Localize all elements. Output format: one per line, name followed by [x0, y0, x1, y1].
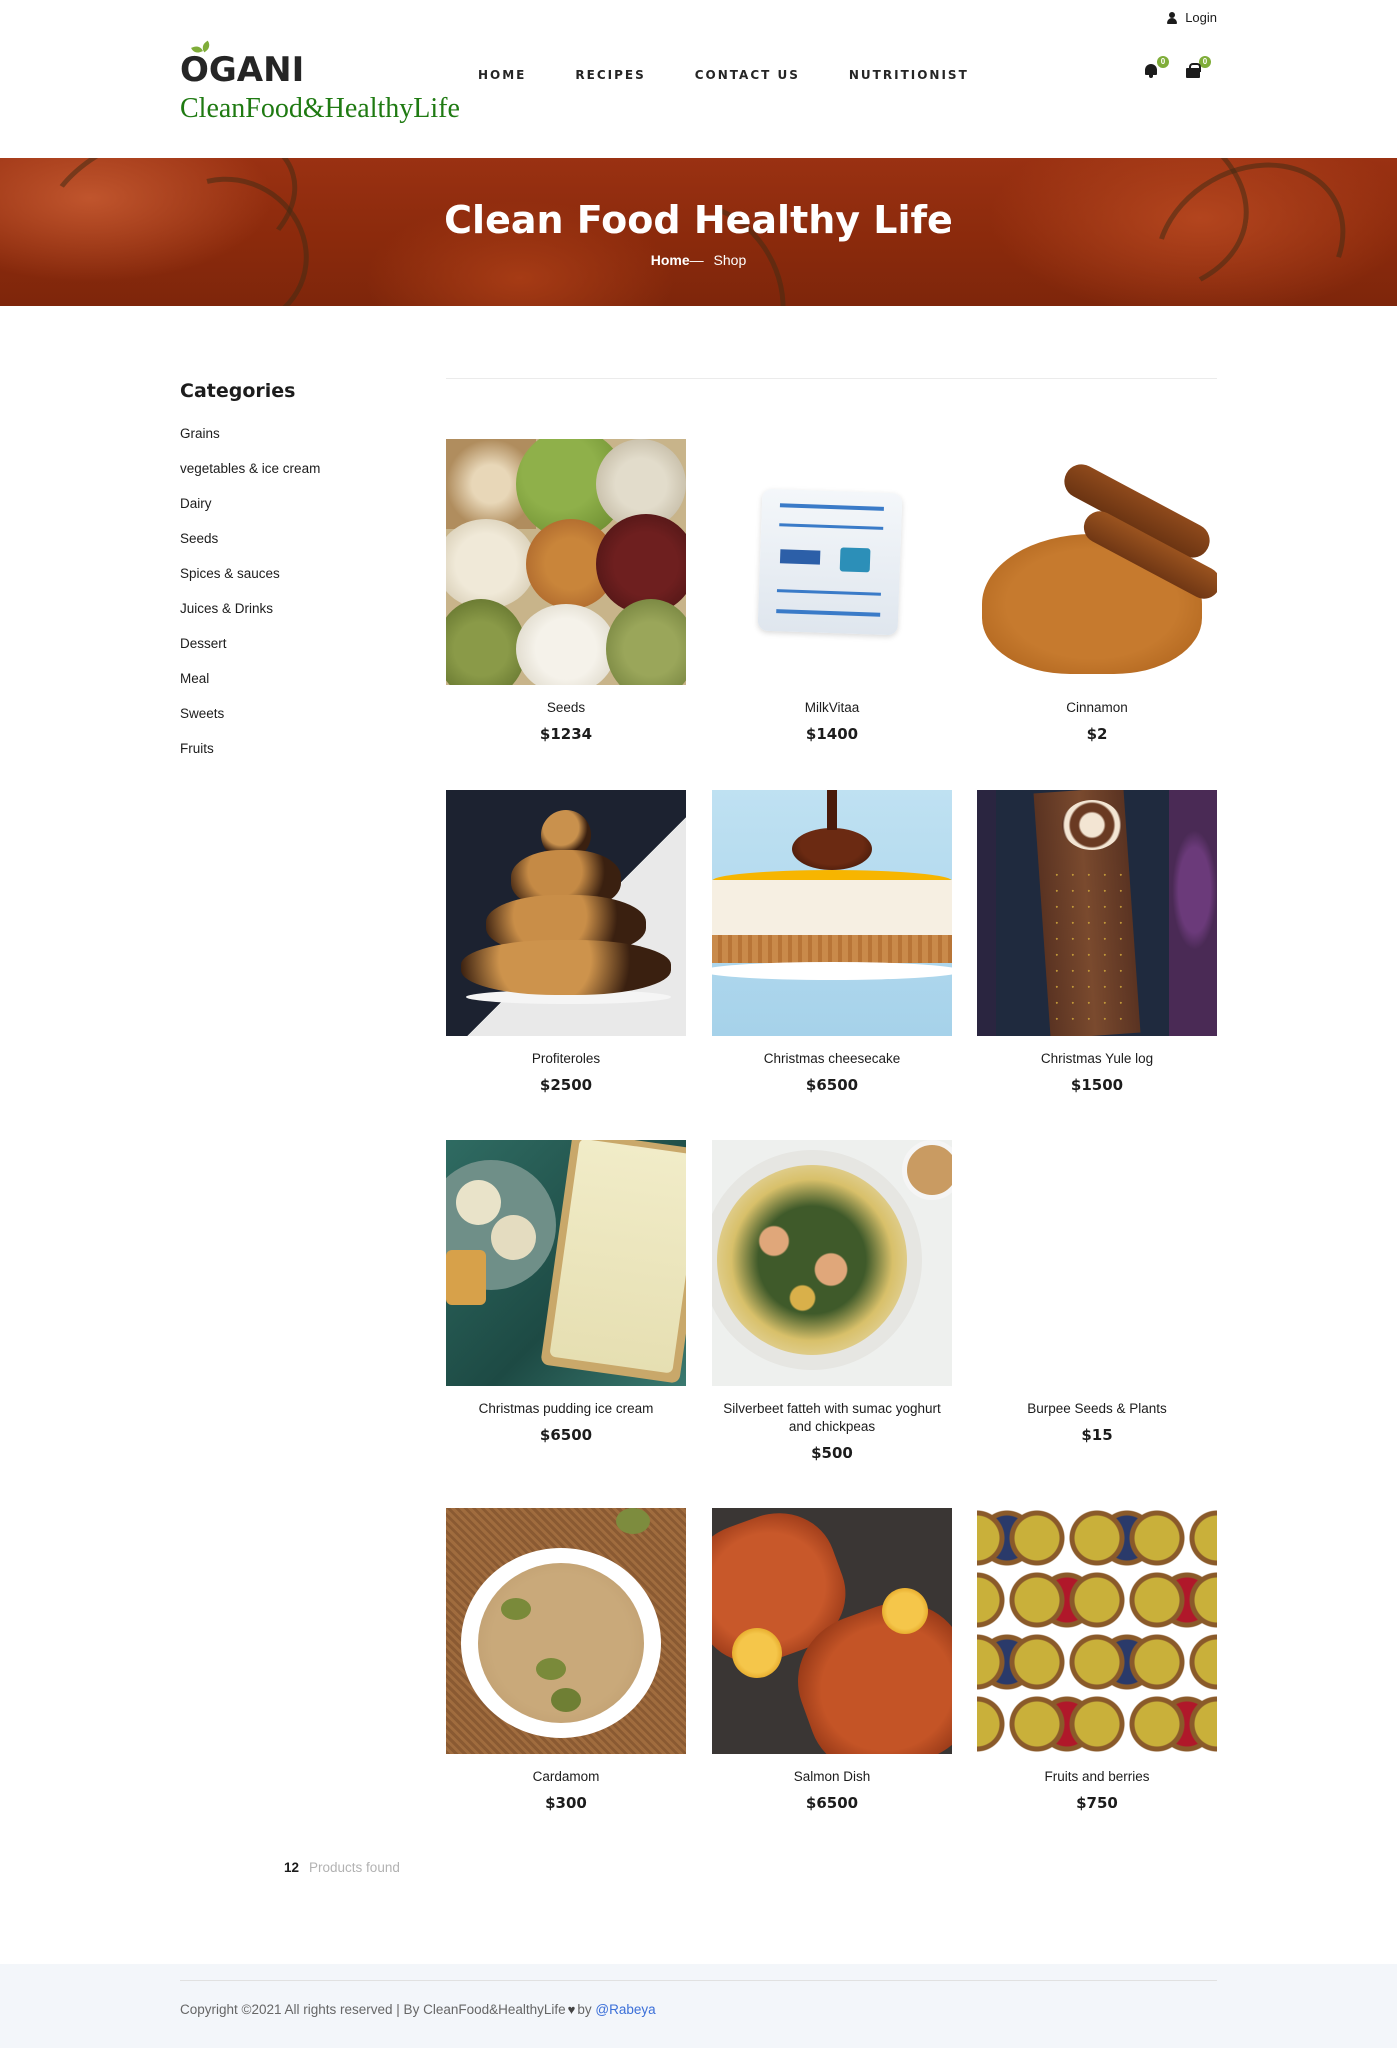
yule-log-image[interactable] [977, 790, 1217, 1036]
ice-cream-image[interactable] [446, 1140, 686, 1386]
hero-title: Clean Food Healthy Life [444, 198, 953, 242]
category-sweets[interactable]: Sweets [180, 706, 400, 741]
product-card[interactable]: MilkVitaa $1400 [712, 439, 952, 743]
cardamom-image[interactable] [446, 1508, 686, 1754]
logo[interactable]: OGANI CleanFood&HealthyLife [180, 40, 460, 125]
product-card[interactable]: Cinnamon $2 [977, 439, 1217, 743]
shopping-bag-icon[interactable]: 0 [1184, 56, 1211, 80]
top-bar: Login [0, 0, 1397, 38]
nav-contact-us[interactable]: CONTACT US [695, 68, 800, 82]
milk-pack-image[interactable] [712, 439, 952, 685]
logo-wordmark: OGANI [180, 40, 460, 87]
nav-nutritionist[interactable]: NUTRITIONIST [849, 68, 969, 82]
bell-icon[interactable]: 0 [1142, 56, 1169, 80]
product-name[interactable]: Cinnamon [977, 699, 1217, 717]
products-found-label: Products found [309, 1860, 400, 1875]
fatteh-image[interactable] [712, 1140, 952, 1386]
hero-banner: Clean Food Healthy Life Home— Shop [0, 158, 1397, 306]
product-price: $1500 [1070, 1076, 1124, 1094]
category-seeds[interactable]: Seeds [180, 531, 400, 566]
product-price: $750 [1076, 1794, 1118, 1812]
cheesecake-image[interactable] [712, 790, 952, 1036]
berries-image[interactable] [977, 1508, 1217, 1754]
login-label: Login [1185, 10, 1217, 25]
heart-icon: ♥ [567, 2002, 576, 2017]
products-found: 12 Products found [284, 1860, 400, 1875]
nav-recipes[interactable]: RECIPES [575, 68, 645, 82]
copyright-text: Copyright ©2021 All rights reserved | By… [180, 2002, 656, 2017]
site-tagline: CleanFood&HealthyLife [180, 93, 460, 124]
category-spices-sauces[interactable]: Spices & sauces [180, 566, 400, 601]
product-name[interactable]: Silverbeet fatteh with sumac yoghurt and… [712, 1400, 952, 1436]
breadcrumb-home[interactable]: Home [651, 252, 690, 268]
footer: Copyright ©2021 All rights reserved | By… [0, 1964, 1397, 2048]
notification-count-badge: 0 [1157, 56, 1169, 68]
product-price: $500 [811, 1444, 853, 1462]
header: OGANI CleanFood&HealthyLife HOME RECIPES… [0, 38, 1397, 158]
leaf-icon [191, 40, 214, 55]
product-card[interactable]: Christmas pudding ice cream $6500 [446, 1140, 686, 1444]
product-name[interactable]: Burpee Seeds & Plants [977, 1400, 1217, 1418]
profiteroles-image[interactable] [446, 790, 686, 1036]
breadcrumb: Home— Shop [0, 252, 1397, 268]
product-name[interactable]: Salmon Dish [712, 1768, 952, 1786]
product-name[interactable]: Christmas cheesecake [712, 1050, 952, 1068]
main-nav: HOME RECIPES CONTACT US NUTRITIONIST [478, 68, 1018, 82]
product-price: $6500 [805, 1794, 859, 1812]
category-meal[interactable]: Meal [180, 671, 400, 706]
product-image-missing[interactable] [977, 1140, 1217, 1386]
mixed-seeds-image[interactable] [446, 439, 686, 685]
product-card[interactable]: Christmas cheesecake $6500 [712, 790, 952, 1094]
product-price: $300 [545, 1794, 587, 1812]
cinnamon-image[interactable] [977, 439, 1217, 685]
category-grains[interactable]: Grains [180, 426, 400, 461]
product-price: $2500 [539, 1076, 593, 1094]
product-price: $1234 [539, 725, 593, 743]
footer-divider [180, 1980, 1217, 1981]
product-card[interactable]: Profiteroles $2500 [446, 790, 686, 1094]
product-price: $1400 [805, 725, 859, 743]
category-fruits[interactable]: Fruits [180, 741, 400, 776]
breadcrumb-separator: — [689, 252, 704, 268]
product-card[interactable]: Fruits and berries $750 [977, 1508, 1217, 1812]
product-price: $6500 [805, 1076, 859, 1094]
product-card[interactable]: Cardamom $300 [446, 1508, 686, 1812]
category-dairy[interactable]: Dairy [180, 496, 400, 531]
product-price: $6500 [539, 1426, 593, 1444]
product-card[interactable]: Salmon Dish $6500 [712, 1508, 952, 1812]
product-card[interactable]: Christmas Yule log $1500 [977, 790, 1217, 1094]
products-found-count: 12 [284, 1860, 300, 1875]
product-price: $2 [1086, 725, 1108, 743]
product-name[interactable]: Seeds [446, 699, 686, 717]
categories-sidebar: Categories Grains vegetables & ice cream… [180, 380, 400, 776]
author-link[interactable]: @Rabeya [595, 2002, 655, 2017]
product-name[interactable]: Christmas Yule log [977, 1050, 1217, 1068]
product-card[interactable]: Silverbeet fatteh with sumac yoghurt and… [712, 1140, 952, 1462]
product-name[interactable]: Cardamom [446, 1768, 686, 1786]
categories-title: Categories [180, 380, 296, 402]
category-juices-drinks[interactable]: Juices & Drinks [180, 601, 400, 636]
user-icon [1167, 11, 1178, 24]
breadcrumb-current: Shop [713, 252, 747, 268]
product-name[interactable]: Profiteroles [446, 1050, 686, 1068]
cart-count-badge: 0 [1199, 56, 1211, 68]
category-dessert[interactable]: Dessert [180, 636, 400, 671]
product-card[interactable]: Burpee Seeds & Plants $15 [977, 1140, 1217, 1444]
product-price: $15 [1081, 1426, 1113, 1444]
nav-home[interactable]: HOME [478, 68, 526, 82]
product-name[interactable]: Christmas pudding ice cream [446, 1400, 686, 1418]
login-link[interactable]: Login [1167, 10, 1217, 25]
category-vegetables-ice-cream[interactable]: vegetables & ice cream [180, 461, 400, 496]
product-grid-divider [446, 378, 1217, 379]
header-icons: 0 0 [1142, 56, 1211, 80]
salmon-image[interactable] [712, 1508, 952, 1754]
product-card[interactable]: Seeds $1234 [446, 439, 686, 743]
product-name[interactable]: MilkVitaa [712, 699, 952, 717]
product-name[interactable]: Fruits and berries [977, 1768, 1217, 1786]
